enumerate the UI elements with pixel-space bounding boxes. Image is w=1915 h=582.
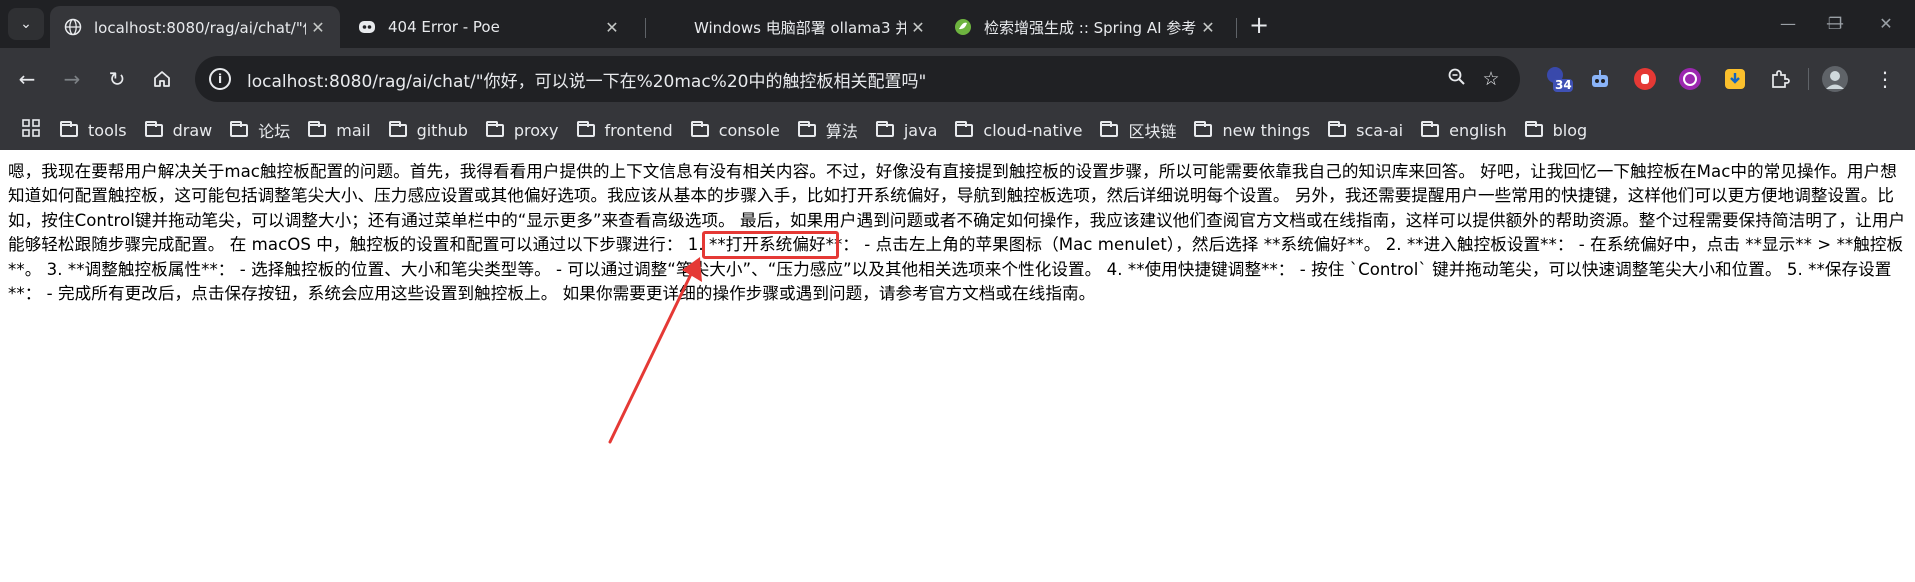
- annotation-arrow: [608, 257, 702, 444]
